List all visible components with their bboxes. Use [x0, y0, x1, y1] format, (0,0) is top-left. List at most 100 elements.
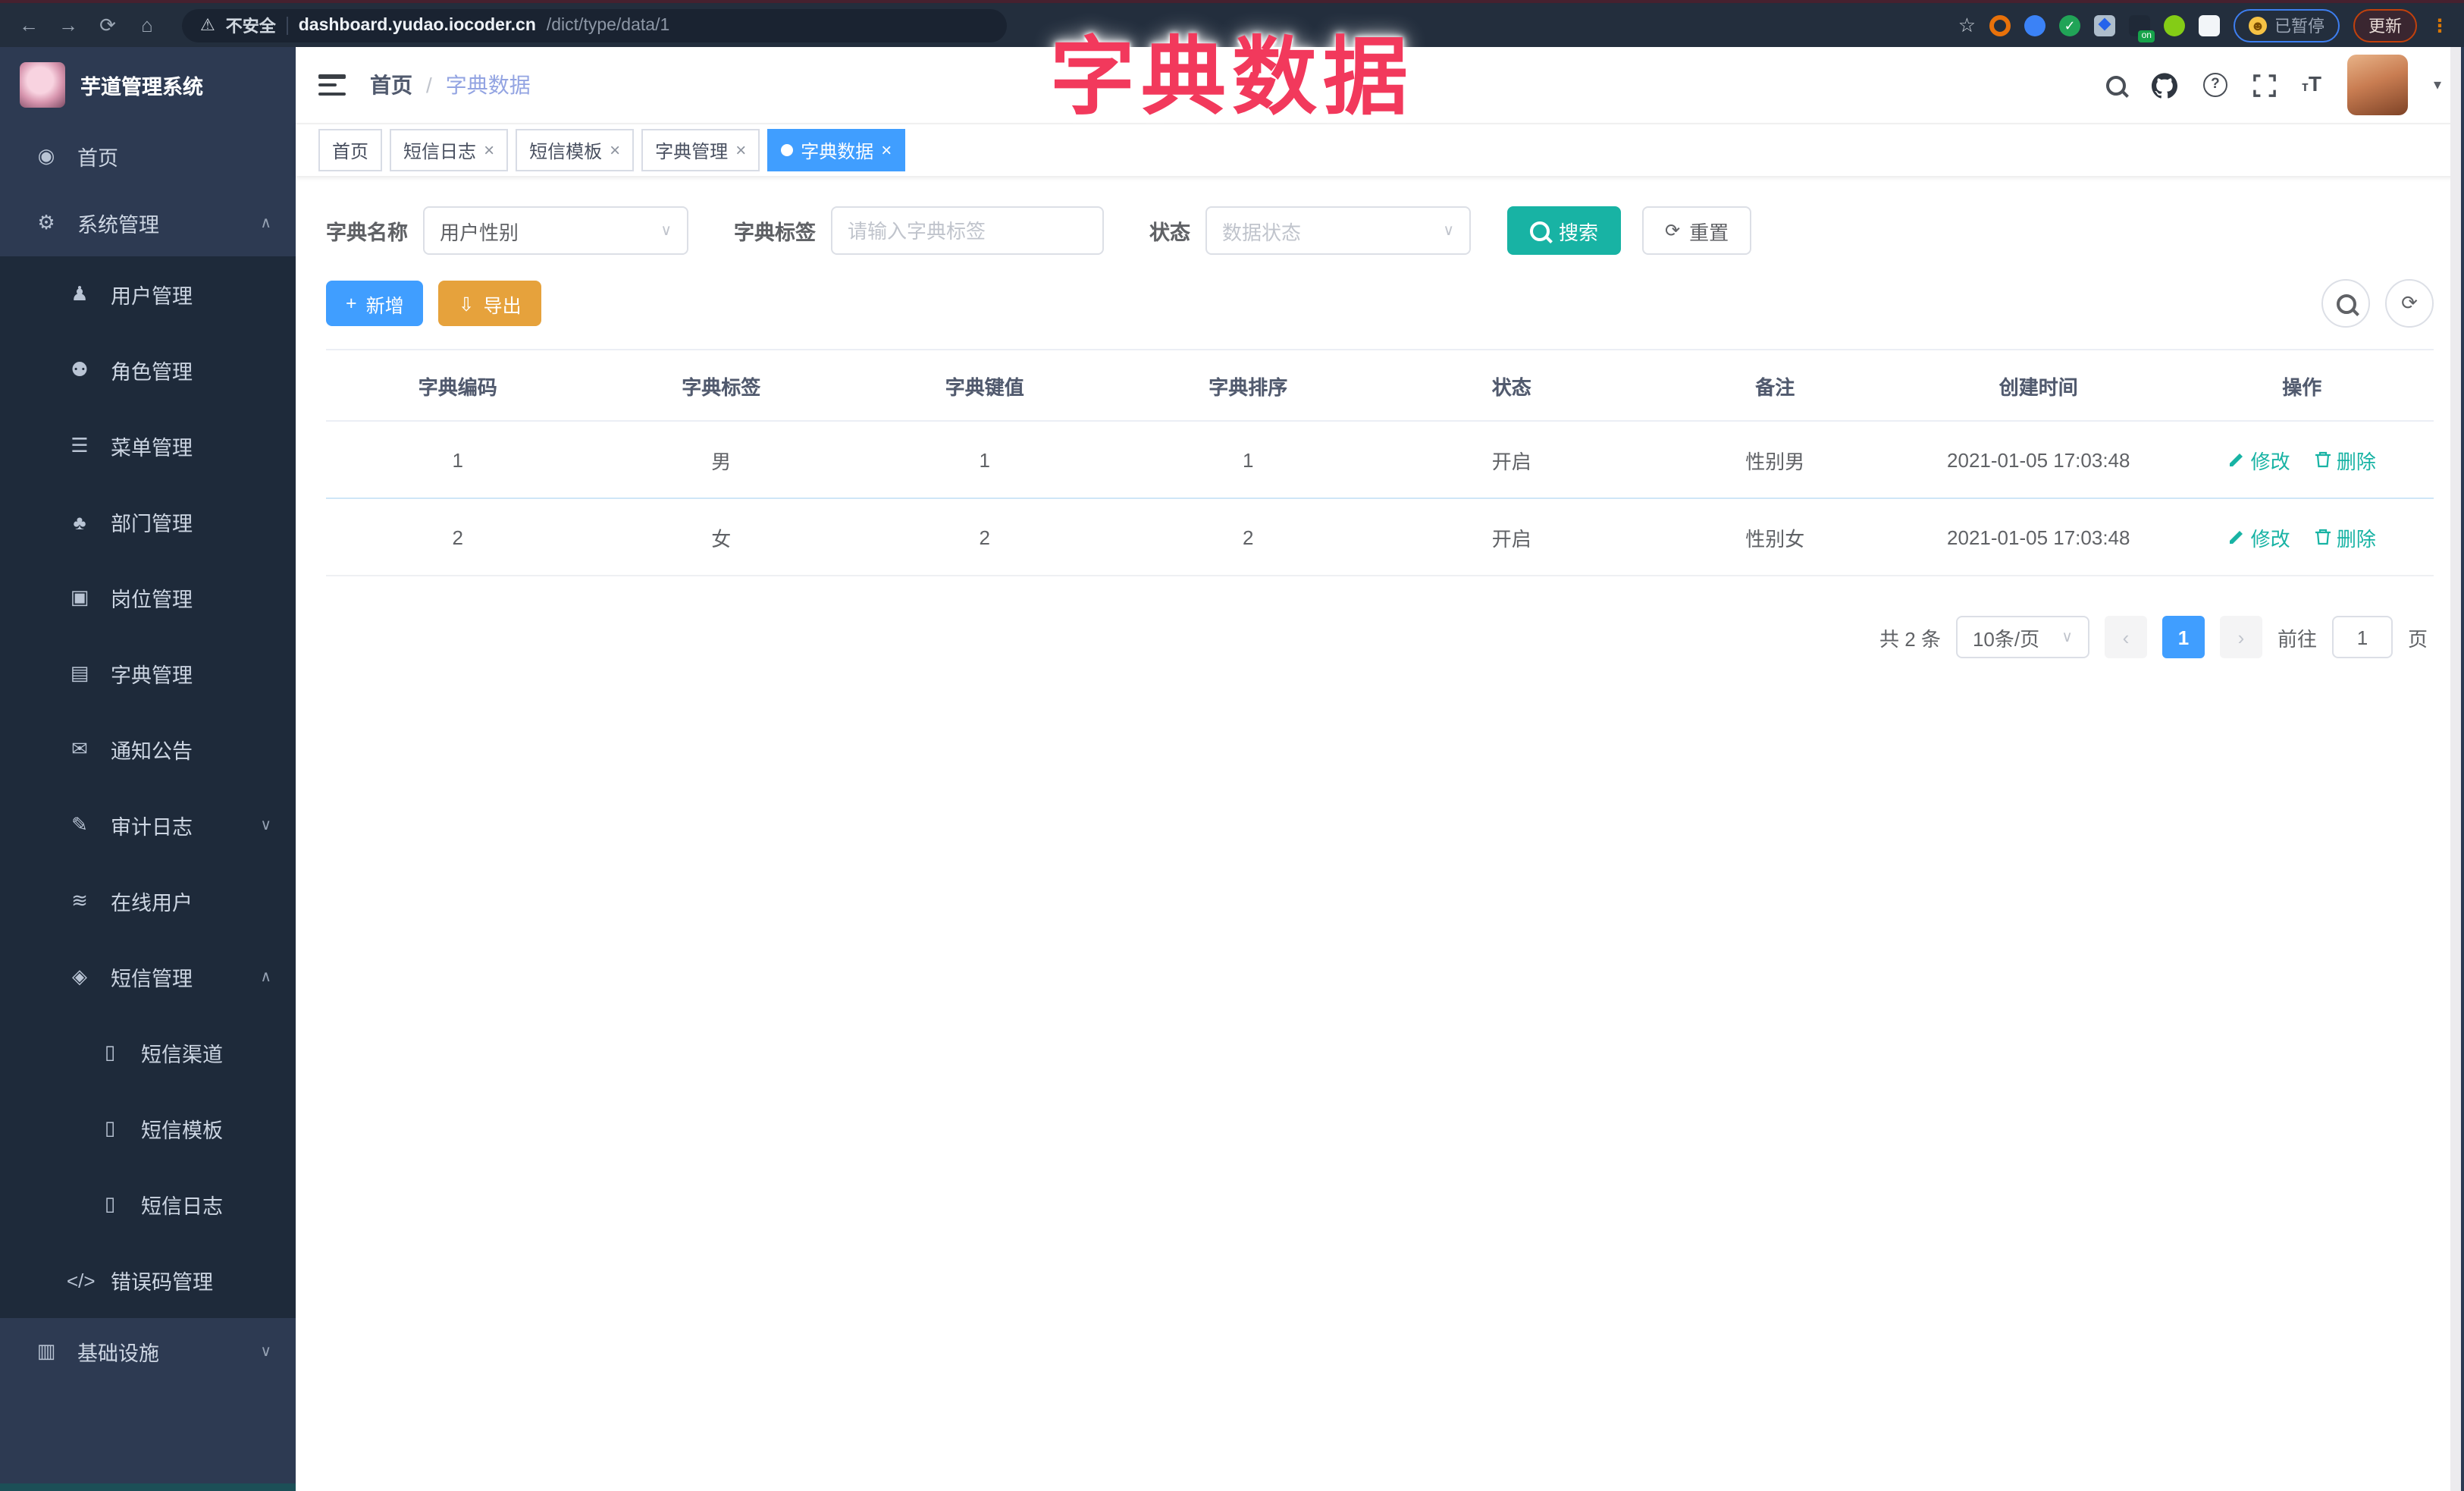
sidebar-item-menu-mgmt[interactable]: ☰ 菜单管理	[0, 408, 296, 484]
sidebar-collapse-icon[interactable]	[318, 74, 346, 96]
reset-button[interactable]: ⟳ 重置	[1642, 206, 1752, 255]
goto-page-input[interactable]	[2331, 616, 2393, 658]
edit-link[interactable]: 修改	[2228, 445, 2290, 474]
close-icon[interactable]: ×	[610, 140, 620, 161]
dict-label-input[interactable]	[831, 206, 1104, 255]
update-label: 更新	[2368, 17, 2402, 36]
sidebar-item-system-mgmt[interactable]: ⚙ 系统管理 ∧	[0, 190, 296, 256]
delete-link[interactable]: 删除	[2314, 445, 2376, 474]
status-select[interactable]: 数据状态 ∨	[1205, 206, 1471, 255]
app-logo[interactable]: 芋道管理系统	[0, 47, 296, 123]
refresh-table-button[interactable]: ⟳	[2385, 279, 2434, 328]
table-row: 1 男 1 1 开启 性别男 2021-01-05 17:03:48 修改 删除	[326, 421, 2434, 499]
font-size-icon[interactable]: тT	[2302, 71, 2321, 99]
close-icon[interactable]: ×	[484, 140, 494, 161]
col-dict-value: 字典键值	[853, 349, 1117, 422]
extension-bars-icon[interactable]	[2094, 14, 2115, 36]
sidebar-item-role-mgmt[interactable]: ⚉ 角色管理	[0, 332, 296, 408]
sidebar-item-sms-log[interactable]: ▯ 短信日志	[0, 1166, 296, 1242]
sidebar-item-online-users[interactable]: ≋ 在线用户	[0, 863, 296, 939]
user-avatar[interactable]	[2346, 55, 2408, 115]
sidebar-item-label: 首页	[77, 147, 118, 170]
tab-dict-data[interactable]: 字典数据 ×	[767, 129, 906, 171]
search-icon[interactable]	[2105, 75, 2126, 95]
delete-link[interactable]: 删除	[2314, 523, 2376, 551]
extension-sprout-icon[interactable]	[2164, 14, 2185, 36]
page-1-button[interactable]: 1	[2161, 616, 2205, 658]
edit-link-label: 修改	[2250, 450, 2290, 472]
dict-name-select[interactable]: 用户性别 ∨	[423, 206, 688, 255]
extension-switch-icon[interactable]: on	[2129, 14, 2155, 42]
search-icon	[2336, 293, 2356, 313]
sidebar-item-notice[interactable]: ✉ 通知公告	[0, 711, 296, 787]
tab-sms-log[interactable]: 短信日志 ×	[390, 129, 509, 171]
extension-check-icon[interactable]: ✓	[2059, 14, 2080, 36]
toggle-search-button[interactable]	[2321, 279, 2370, 328]
badge-icon: ▣	[70, 585, 89, 608]
close-icon[interactable]: ×	[735, 140, 746, 161]
sidebar-item-sms-template[interactable]: ▯ 短信模板	[0, 1091, 296, 1166]
dashboard-icon: ◉	[37, 144, 55, 167]
sidebar-item-label: 错误码管理	[111, 1271, 213, 1294]
sidebar: 芋道管理系统 ◉ 首页 ⚙ 系统管理 ∧ ♟ 用户管理 ⚉ 角色管理 ☰ 菜单管…	[0, 47, 296, 1491]
paused-profile-chip[interactable]: ☻ 已暂停	[2234, 8, 2340, 42]
github-icon[interactable]	[2151, 72, 2177, 98]
sidebar-item-sms-mgmt[interactable]: ◈ 短信管理 ∧	[0, 939, 296, 1015]
breadcrumb-home[interactable]: 首页	[370, 70, 412, 100]
extensions-puzzle-icon[interactable]	[2199, 14, 2220, 36]
sidebar-item-dict-mgmt[interactable]: ▤ 字典管理	[0, 636, 296, 711]
search-button[interactable]: 搜索	[1507, 206, 1622, 255]
monitor-icon: ▥	[36, 1339, 56, 1362]
close-icon[interactable]: ×	[881, 140, 892, 161]
sidebar-item-post-mgmt[interactable]: ▣ 岗位管理	[0, 560, 296, 636]
warning-icon: ⚠	[200, 17, 215, 35]
security-label[interactable]: 不安全	[226, 13, 276, 37]
chevron-down-icon: ∨	[260, 817, 271, 833]
prev-page-button[interactable]: ‹	[2104, 616, 2147, 658]
sidebar-item-label: 菜单管理	[111, 437, 193, 460]
avatar-caret-icon[interactable]: ▾	[2434, 77, 2441, 93]
tab-home[interactable]: 首页	[318, 129, 383, 171]
page-size-select[interactable]: 10条/页 ∨	[1955, 616, 2089, 658]
chevron-down-icon: ∨	[2061, 629, 2073, 645]
delete-link-label: 删除	[2336, 450, 2376, 472]
sidebar-item-label: 在线用户	[111, 892, 193, 915]
sidebar-item-audit-log[interactable]: ✎ 审计日志 ∨	[0, 787, 296, 863]
edit-link[interactable]: 修改	[2228, 523, 2290, 551]
table-row: 2 女 2 2 开启 性别女 2021-01-05 17:03:48 修改 删除	[326, 498, 2434, 576]
update-button[interactable]: 更新	[2353, 8, 2417, 42]
tab-dict-mgmt[interactable]: 字典管理 ×	[641, 129, 760, 171]
extension-drop-icon[interactable]	[2024, 14, 2045, 36]
sidebar-item-infrastructure[interactable]: ▥ 基础设施 ∨	[0, 1318, 296, 1385]
next-page-button[interactable]: ›	[2219, 616, 2262, 658]
export-button[interactable]: ⇩ 导出	[438, 281, 541, 326]
sidebar-item-sms-channel[interactable]: ▯ 短信渠道	[0, 1015, 296, 1091]
sidebar-item-dept-mgmt[interactable]: ♣ 部门管理	[0, 484, 296, 560]
col-dict-code: 字典编码	[326, 349, 590, 422]
bookmark-star-icon[interactable]: ☆	[1958, 13, 1976, 37]
home-icon[interactable]: ⌂	[133, 3, 161, 47]
forward-icon[interactable]: →	[55, 3, 82, 47]
sidebar-item-user-mgmt[interactable]: ♟ 用户管理	[0, 256, 296, 332]
sidebar-item-label: 角色管理	[111, 361, 193, 384]
browser-menu-icon[interactable]: ⋮	[2431, 14, 2449, 36]
back-icon[interactable]: ←	[15, 3, 42, 47]
screen: 字典数据 ← → ⟳ ⌂ ⚠ 不安全 dashboard.yudao.iocod…	[0, 0, 2464, 1491]
extension-orange-icon[interactable]	[1989, 14, 2011, 36]
sidebar-item-label: 通知公告	[111, 740, 193, 763]
tab-sms-template[interactable]: 短信模板 ×	[516, 129, 635, 171]
sidebar-item-home[interactable]: ◉ 首页	[0, 123, 296, 190]
fullscreen-icon[interactable]	[2253, 74, 2276, 96]
overlay-annotation-title: 字典数据	[1050, 29, 1414, 124]
status-placeholder: 数据状态	[1222, 221, 1302, 243]
window-scrollbar[interactable]	[2450, 47, 2464, 1491]
sidebar-item-error-code-mgmt[interactable]: </> 错误码管理	[0, 1242, 296, 1318]
reload-icon[interactable]: ⟳	[94, 3, 121, 47]
add-button[interactable]: + 新增	[326, 281, 424, 326]
address-bar[interactable]: ⚠ 不安全 dashboard.yudao.iocoder.cn /dict/t…	[182, 8, 1007, 42]
page-unit-label: 页	[2407, 627, 2428, 650]
paused-label: 已暂停	[2274, 17, 2324, 36]
browser-actions: ☆ ✓ on ☻ 已暂停 更新 ⋮	[1958, 8, 2449, 42]
help-icon[interactable]: ?	[2202, 73, 2227, 97]
plus-icon: +	[346, 293, 357, 314]
